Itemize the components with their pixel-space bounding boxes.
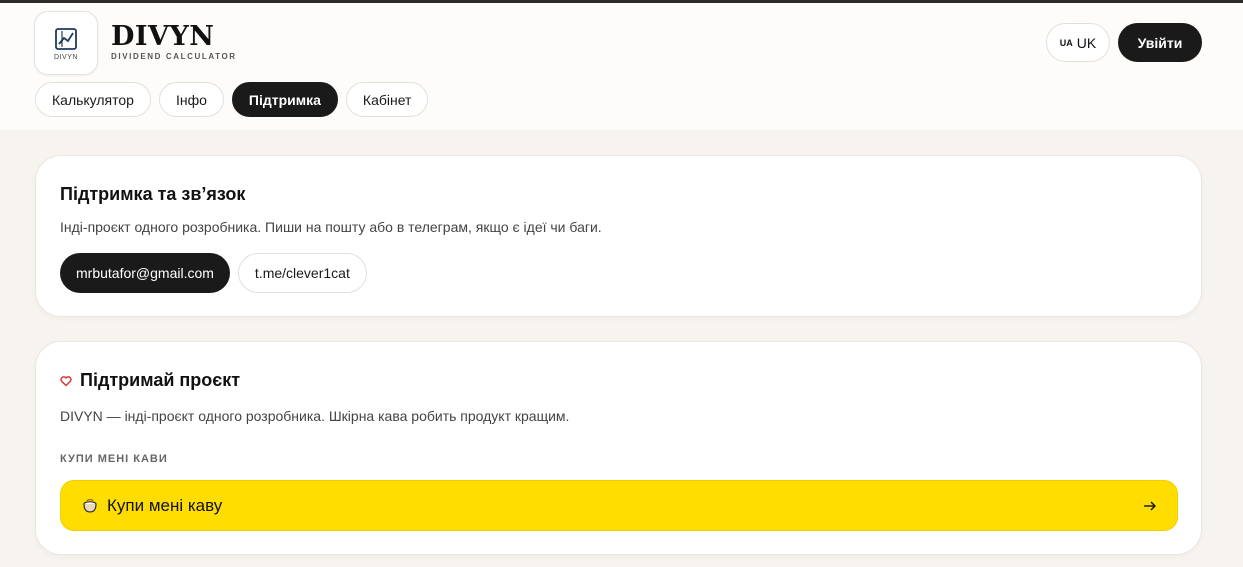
support-card: Підтримка та зв’язок Інді-проєкт одного …: [35, 155, 1202, 317]
heart-icon: [60, 375, 72, 386]
main-nav: Калькулятор Інфо Підтримка Кабінет: [35, 82, 429, 117]
contact-links: mrbutafor@gmail.com t.me/clever1cat: [60, 253, 367, 293]
donate-header: Підтримай проєкт: [60, 370, 240, 391]
tab-calculator[interactable]: Калькулятор: [35, 82, 151, 117]
language-button[interactable]: UA UK: [1046, 23, 1110, 62]
donate-card: Підтримай проєкт DIVYN — інді-проєкт одн…: [35, 341, 1202, 555]
donate-title: Підтримай проєкт: [80, 370, 241, 390]
logo[interactable]: DIVYN: [34, 11, 98, 75]
logo-caption: DIVYN: [54, 53, 78, 61]
support-description: Інді-проєкт одного розробника. Пиши на п…: [60, 219, 602, 235]
telegram-link[interactable]: t.me/clever1cat: [237, 253, 367, 293]
language-flag: UA: [1059, 37, 1073, 48]
tab-cabinet[interactable]: Кабінет: [345, 82, 429, 117]
donate-description: DIVYN — інді-проєкт одного розробника. Ш…: [60, 408, 570, 424]
brand: DIVYN DIVIDEND CALCULATOR: [111, 21, 237, 62]
app-header: DIVYN DIVYN DIVIDEND CALCULATOR UA UK Ув…: [0, 3, 1243, 130]
coffee-section-label: КУПИ МЕНІ КАВИ: [60, 453, 168, 465]
support-title: Підтримка та зв’язок: [60, 184, 246, 204]
coffee-cup-icon: [83, 498, 97, 513]
chart-logo-icon: [55, 27, 77, 50]
brand-name: DIVYN: [111, 21, 215, 52]
language-label: UK: [1076, 34, 1097, 51]
login-button[interactable]: Увійти: [1118, 23, 1202, 62]
tab-info[interactable]: Інфо: [158, 82, 224, 117]
email-link[interactable]: mrbutafor@gmail.com: [60, 253, 230, 293]
arrow-right-icon: [1144, 501, 1156, 510]
buy-coffee-content: Купи мені каву: [81, 496, 222, 516]
tab-support[interactable]: Підтримка: [231, 82, 338, 117]
buy-coffee-button[interactable]: Купи мені каву: [60, 480, 1178, 531]
buy-coffee-label: Купи мені каву: [107, 495, 223, 515]
brand-subtitle: DIVIDEND CALCULATOR: [111, 52, 237, 61]
